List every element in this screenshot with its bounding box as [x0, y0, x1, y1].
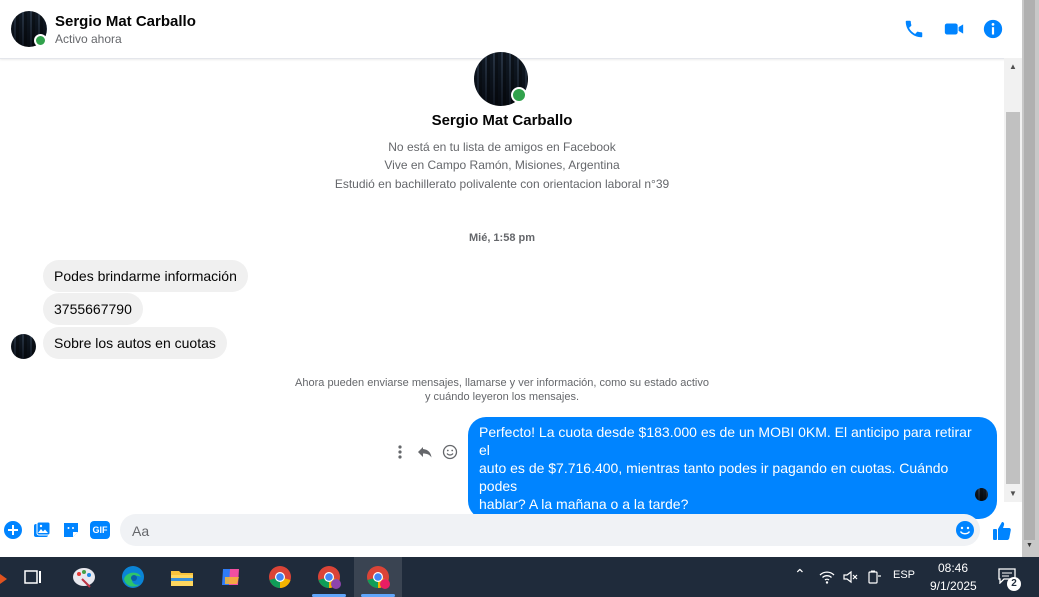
profile-education: Estudió en bachillerato polivalente con … — [334, 177, 670, 191]
windows-taskbar: ⌃ ESP 08:46 9/1/2025 2 — [0, 557, 1039, 597]
online-indicator — [34, 34, 47, 47]
profile-online-indicator — [511, 87, 527, 103]
message-composer[interactable] — [120, 514, 980, 548]
scroll-down-arrow[interactable]: ▼ — [1004, 487, 1022, 501]
start-edge-indicator — [0, 574, 7, 584]
photo-attach-icon[interactable] — [32, 520, 52, 540]
sender-avatar[interactable] — [11, 334, 36, 359]
battery-icon[interactable] — [866, 569, 882, 585]
outgoing-message[interactable]: Perfecto! La cuota desde $183.000 es de … — [468, 417, 997, 519]
sticker-icon[interactable] — [61, 520, 81, 540]
incoming-message[interactable]: 3755667790 — [43, 293, 143, 325]
outgoing-message-line: hablar? A la mañana o a la tarde? — [479, 496, 689, 512]
volume-muted-icon[interactable] — [842, 569, 858, 585]
video-call-icon[interactable] — [943, 18, 965, 40]
scroll-thumb[interactable] — [1006, 112, 1020, 484]
outer-scroll-down-arrow[interactable]: ▼ — [1024, 542, 1035, 554]
react-emoji-icon[interactable] — [442, 444, 458, 460]
contact-name[interactable]: Sergio Mat Carballo — [55, 13, 196, 30]
outgoing-message-line: Perfecto! La cuota desde $183.000 es de … — [479, 424, 972, 458]
paint-app-icon[interactable] — [70, 563, 98, 591]
message-timestamp: Mié, 1:58 pm — [468, 232, 536, 244]
clock-date[interactable]: 9/1/2025 — [930, 579, 977, 593]
message-input[interactable] — [130, 514, 954, 548]
input-language[interactable]: ESP — [893, 569, 915, 581]
notice-line: Ahora pueden enviarse mensajes, llamarse… — [295, 377, 709, 389]
gif-button[interactable]: GIF — [90, 521, 110, 539]
seen-receipt-avatar — [975, 488, 988, 501]
outer-scrollbar[interactable] — [1024, 0, 1035, 540]
profile-friend-status: No está en tu lista de amigos en Faceboo… — [388, 140, 616, 154]
scroll-up-arrow[interactable]: ▲ — [1004, 60, 1022, 74]
like-thumbs-up-icon[interactable] — [991, 520, 1013, 542]
phone-call-icon[interactable] — [903, 18, 925, 40]
tray-overflow-chevron-icon[interactable]: ⌃ — [794, 566, 806, 583]
file-explorer-icon[interactable] — [168, 563, 196, 591]
reply-icon[interactable] — [417, 444, 433, 460]
copilot-app-icon[interactable] — [217, 563, 245, 591]
more-options-icon[interactable] — [392, 444, 408, 460]
chat-header: Sergio Mat Carballo Activo ahora — [0, 0, 1022, 59]
chrome-profile-app-icon[interactable] — [315, 563, 343, 591]
chrome-browser-icon[interactable] — [266, 563, 294, 591]
notice-line: y cuándo leyeron los mensajes. — [424, 391, 580, 403]
chrome-active-window-icon[interactable] — [364, 563, 392, 591]
notification-count-badge: 2 — [1007, 577, 1021, 591]
incoming-message[interactable]: Podes brindarme información — [43, 260, 248, 292]
task-view-icon[interactable] — [19, 563, 47, 591]
emoji-icon[interactable] — [955, 520, 975, 540]
clock-time[interactable]: 08:46 — [938, 561, 968, 575]
plus-actions-icon[interactable] — [3, 520, 23, 540]
profile-location: Vive en Campo Ramón, Misiones, Argentina — [384, 158, 620, 172]
incoming-message[interactable]: Sobre los autos en cuotas — [43, 327, 227, 359]
profile-name[interactable]: Sergio Mat Carballo — [0, 112, 1004, 129]
outgoing-message-line: auto es de $7.716.400, mientras tanto po… — [479, 460, 949, 494]
active-status: Activo ahora — [55, 32, 122, 46]
edge-browser-icon[interactable] — [119, 563, 147, 591]
info-icon[interactable] — [982, 18, 1004, 40]
wifi-icon[interactable] — [819, 569, 835, 585]
messaging-notice: Ahora pueden enviarse mensajes, llamarse… — [280, 376, 724, 404]
